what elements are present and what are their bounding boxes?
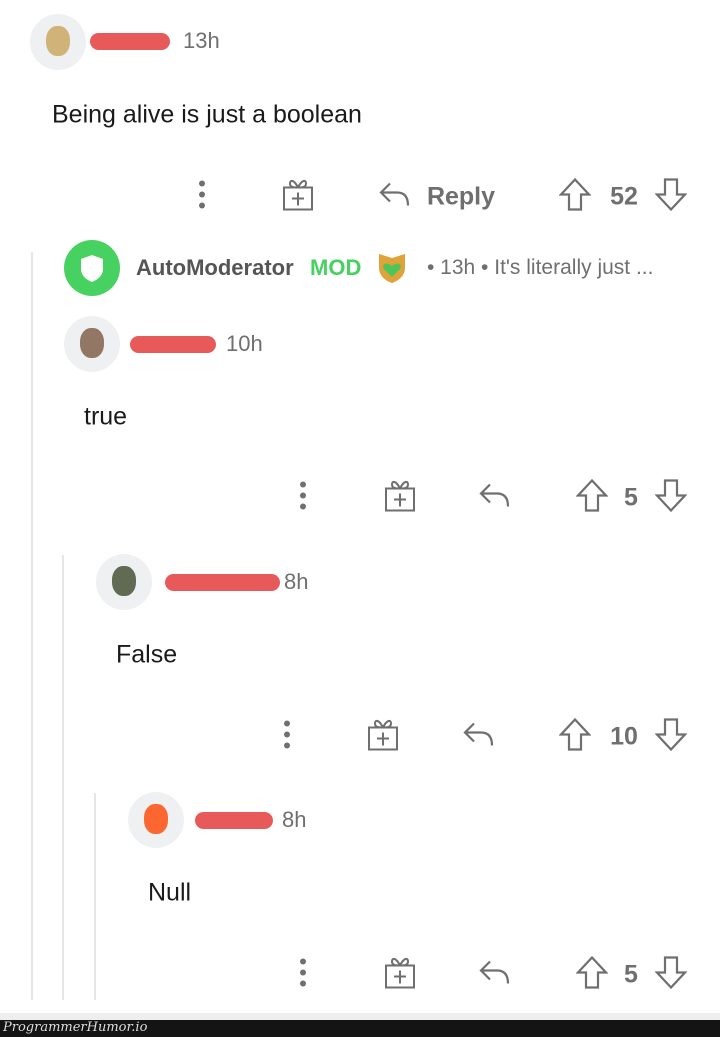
- comment-body: Null: [148, 878, 192, 907]
- heart-shield-icon: [379, 254, 405, 283]
- redacted-username[interactable]: [90, 33, 170, 50]
- comment-body: Being alive is just a boolean: [52, 100, 362, 129]
- gift-award-icon[interactable]: [384, 956, 416, 995]
- more-vertical-icon[interactable]: [299, 481, 307, 516]
- shield-icon[interactable]: [64, 240, 120, 296]
- redacted-username[interactable]: [165, 574, 280, 591]
- comment-time: 8h: [284, 569, 309, 594]
- comment-time: 13h: [183, 28, 220, 53]
- vote-score: 10: [610, 722, 638, 751]
- vote-score: 5: [624, 483, 638, 512]
- gift-award-icon[interactable]: [367, 718, 399, 757]
- redacted-username[interactable]: [130, 336, 216, 353]
- comment-time: 10h: [226, 331, 263, 356]
- automod-username[interactable]: AutoModerator: [136, 255, 294, 281]
- vote-score: 52: [610, 182, 638, 211]
- vote-score: 5: [624, 960, 638, 989]
- comment-body: False: [116, 640, 178, 669]
- more-vertical-icon[interactable]: [198, 180, 206, 215]
- more-vertical-icon[interactable]: [283, 720, 291, 755]
- avatar[interactable]: [96, 554, 152, 610]
- comment-body: true: [84, 402, 128, 431]
- downvote-icon[interactable]: [654, 178, 688, 217]
- reply-arrow-icon[interactable]: [378, 181, 412, 214]
- gift-award-icon[interactable]: [384, 479, 416, 518]
- avatar[interactable]: [128, 792, 184, 848]
- reply-arrow-icon[interactable]: [478, 959, 512, 992]
- upvote-icon[interactable]: [575, 478, 609, 518]
- thread-line[interactable]: [94, 793, 96, 1000]
- downvote-icon[interactable]: [654, 718, 688, 757]
- redacted-username[interactable]: [195, 812, 273, 829]
- watermark: ProgrammerHumor.io: [3, 1020, 148, 1035]
- thread-line[interactable]: [31, 252, 33, 1000]
- reply-arrow-icon[interactable]: [462, 721, 496, 754]
- comment-time: 8h: [282, 807, 307, 832]
- reply-arrow-icon[interactable]: [478, 482, 512, 515]
- upvote-icon[interactable]: [558, 177, 592, 217]
- avatar[interactable]: [30, 14, 86, 70]
- footer-bar: ProgrammerHumor.io: [0, 1020, 720, 1037]
- more-vertical-icon[interactable]: [299, 958, 307, 993]
- downvote-icon[interactable]: [654, 479, 688, 518]
- footer-strip: [0, 1013, 720, 1020]
- gift-award-icon[interactable]: [282, 178, 314, 217]
- automod-meta: • 13h • It's literally just ...: [427, 256, 654, 279]
- downvote-icon[interactable]: [654, 956, 688, 995]
- avatar[interactable]: [64, 316, 120, 372]
- upvote-icon[interactable]: [575, 955, 609, 995]
- mod-badge: MOD: [310, 255, 362, 280]
- upvote-icon[interactable]: [558, 717, 592, 757]
- thread-line[interactable]: [62, 555, 64, 1000]
- reply-button[interactable]: Reply: [427, 183, 495, 212]
